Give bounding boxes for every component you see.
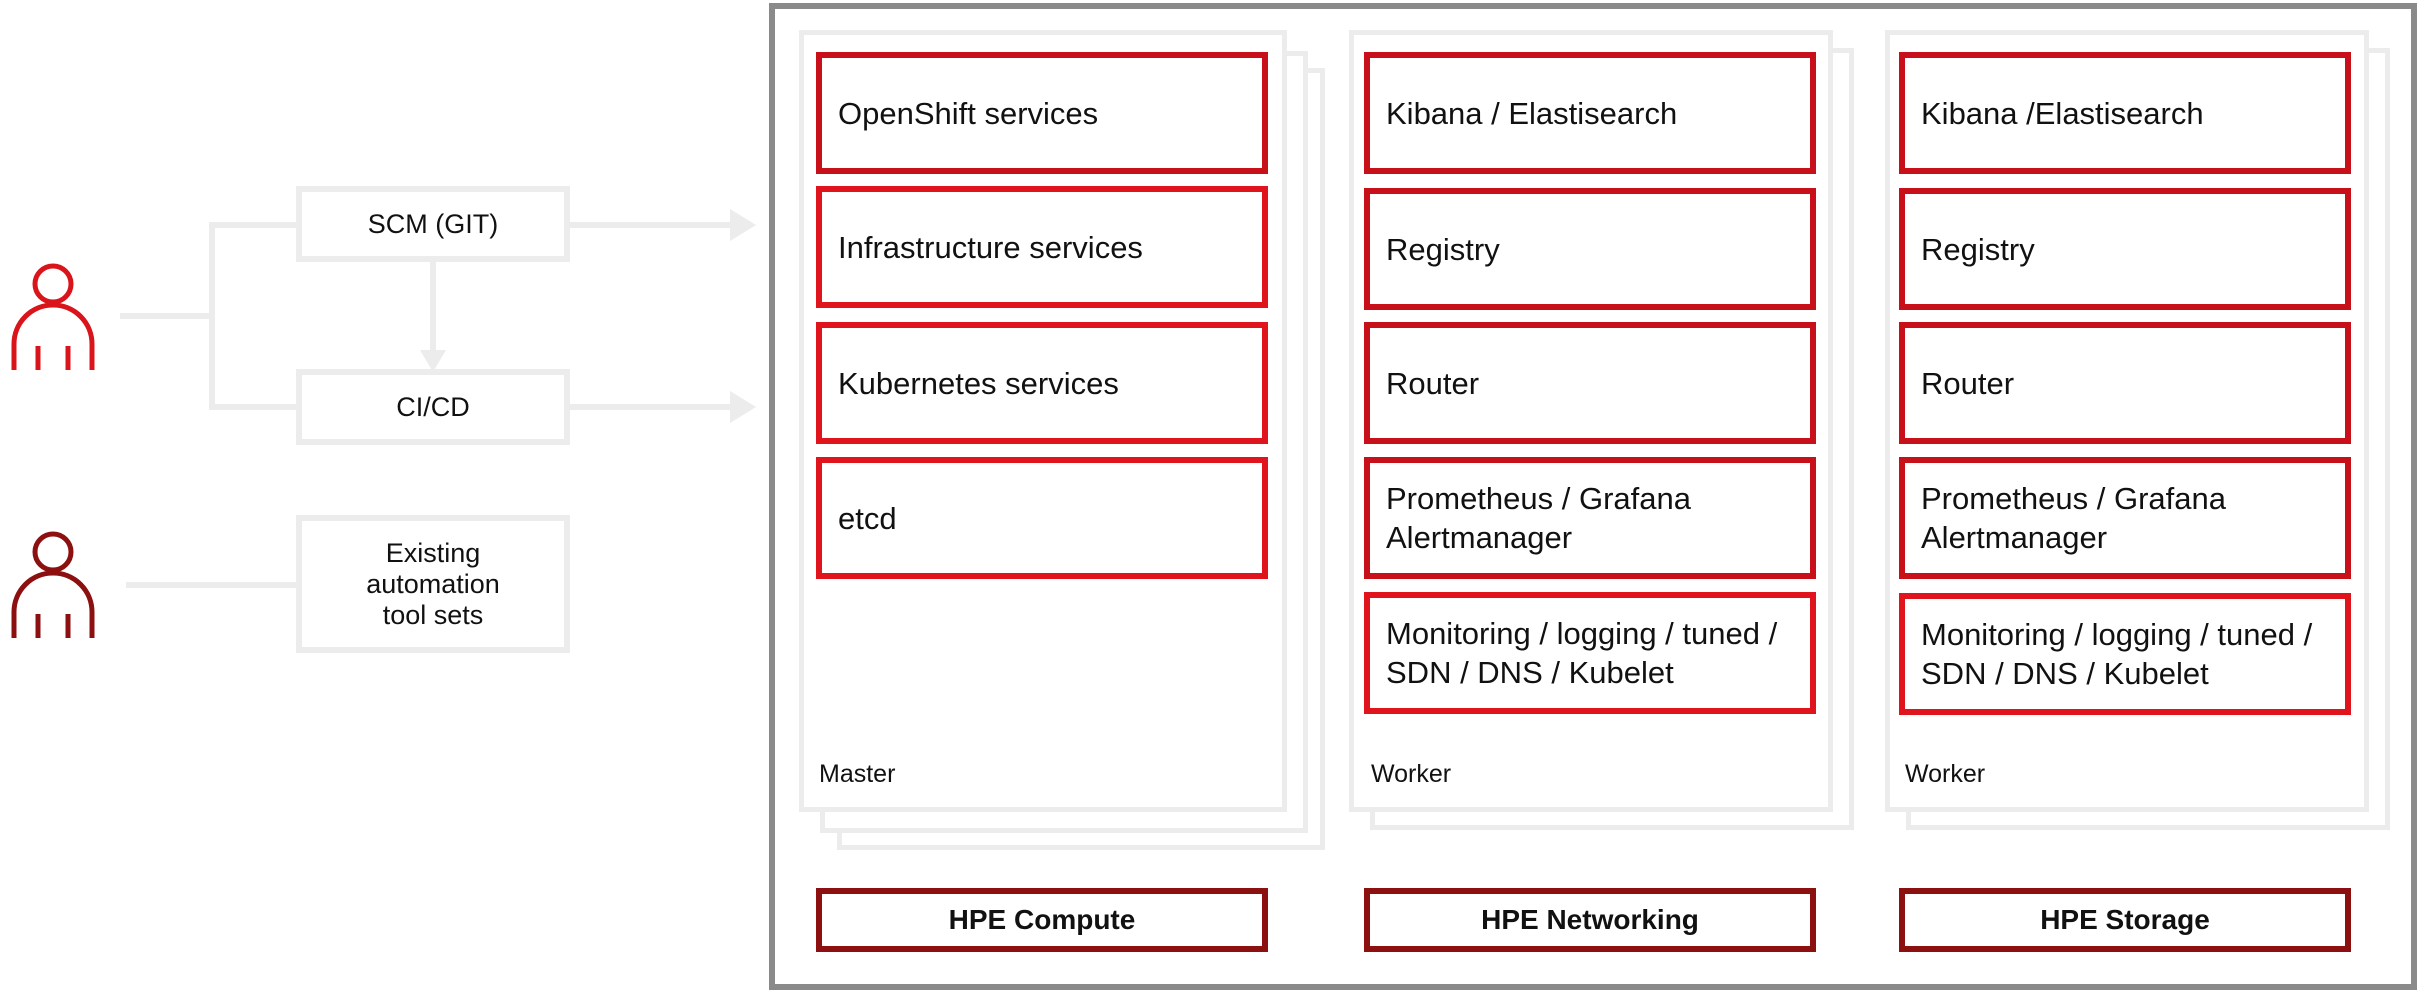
service-label: etcd xyxy=(838,500,897,536)
connector-branch-to-scm xyxy=(209,222,301,228)
service-box: Kibana /Elastisearch xyxy=(1899,52,2351,174)
hpe-compute-label: HPE Compute xyxy=(948,904,1136,935)
worker-2-node-label: Worker xyxy=(1905,760,1986,788)
service-label: Monitoring / logging / tuned / SDN / DNS… xyxy=(1921,617,2313,691)
service-label: Infrastructure services xyxy=(838,229,1143,265)
service-box: OpenShift services xyxy=(816,52,1268,174)
service-label: Router xyxy=(1921,365,2015,401)
existing-tools-label: Existing automation tool sets xyxy=(366,537,500,630)
service-box: Router xyxy=(1899,322,2351,444)
connector-branch-to-cicd xyxy=(209,404,301,410)
arrow-scm-to-platform xyxy=(730,209,756,241)
service-box: Router xyxy=(1364,322,1816,444)
service-label: Prometheus / Grafana Alertmanager xyxy=(1921,481,2226,555)
connector-branch-vertical xyxy=(209,222,215,410)
connector-person-to-branch xyxy=(120,313,212,319)
ci-cd-box: CI/CD xyxy=(296,369,570,445)
arrow-cicd-to-platform xyxy=(730,391,756,423)
service-box: Prometheus / Grafana Alertmanager xyxy=(1364,457,1816,579)
developer-person-icon xyxy=(11,263,95,370)
scm-git-box: SCM (GIT) xyxy=(296,186,570,262)
service-box: Prometheus / Grafana Alertmanager xyxy=(1899,457,2351,579)
service-box: Monitoring / logging / tuned / SDN / DNS… xyxy=(1364,592,1816,714)
service-box: Infrastructure services xyxy=(816,186,1268,308)
service-label: Registry xyxy=(1386,231,1500,267)
connector-scm-to-platform xyxy=(566,222,736,228)
service-label: Monitoring / logging / tuned / SDN / DNS… xyxy=(1386,616,1778,690)
hpe-compute-box: HPE Compute xyxy=(816,888,1268,952)
hpe-storage-label: HPE Storage xyxy=(2040,904,2210,935)
worker-1-node-label: Worker xyxy=(1371,760,1452,788)
service-label: Kibana / Elastisearch xyxy=(1386,95,1678,131)
service-box: Registry xyxy=(1899,188,2351,310)
service-label: Prometheus / Grafana Alertmanager xyxy=(1386,481,1691,555)
connector-operator-to-tools xyxy=(126,582,302,588)
service-box: etcd xyxy=(816,457,1268,579)
service-label: Registry xyxy=(1921,231,2035,267)
service-label: Kubernetes services xyxy=(838,365,1119,401)
existing-tools-box: Existing automation tool sets xyxy=(296,515,570,653)
service-label: Kibana /Elastisearch xyxy=(1921,95,2204,131)
connector-scm-to-cicd xyxy=(430,262,436,362)
hpe-storage-box: HPE Storage xyxy=(1899,888,2351,952)
hpe-networking-label: HPE Networking xyxy=(1481,904,1699,935)
connector-cicd-to-platform xyxy=(566,404,736,410)
service-label: Router xyxy=(1386,365,1480,401)
service-box: Registry xyxy=(1364,188,1816,310)
ci-cd-label: CI/CD xyxy=(396,391,470,422)
service-box: Kubernetes services xyxy=(816,322,1268,444)
service-box: Monitoring / logging / tuned / SDN / DNS… xyxy=(1899,593,2351,715)
master-node-label: Master xyxy=(819,760,896,788)
service-box: Kibana / Elastisearch xyxy=(1364,52,1816,174)
hpe-networking-box: HPE Networking xyxy=(1364,888,1816,952)
service-label: OpenShift services xyxy=(838,95,1099,131)
operator-person-icon xyxy=(11,531,95,638)
scm-git-label: SCM (GIT) xyxy=(367,208,499,239)
